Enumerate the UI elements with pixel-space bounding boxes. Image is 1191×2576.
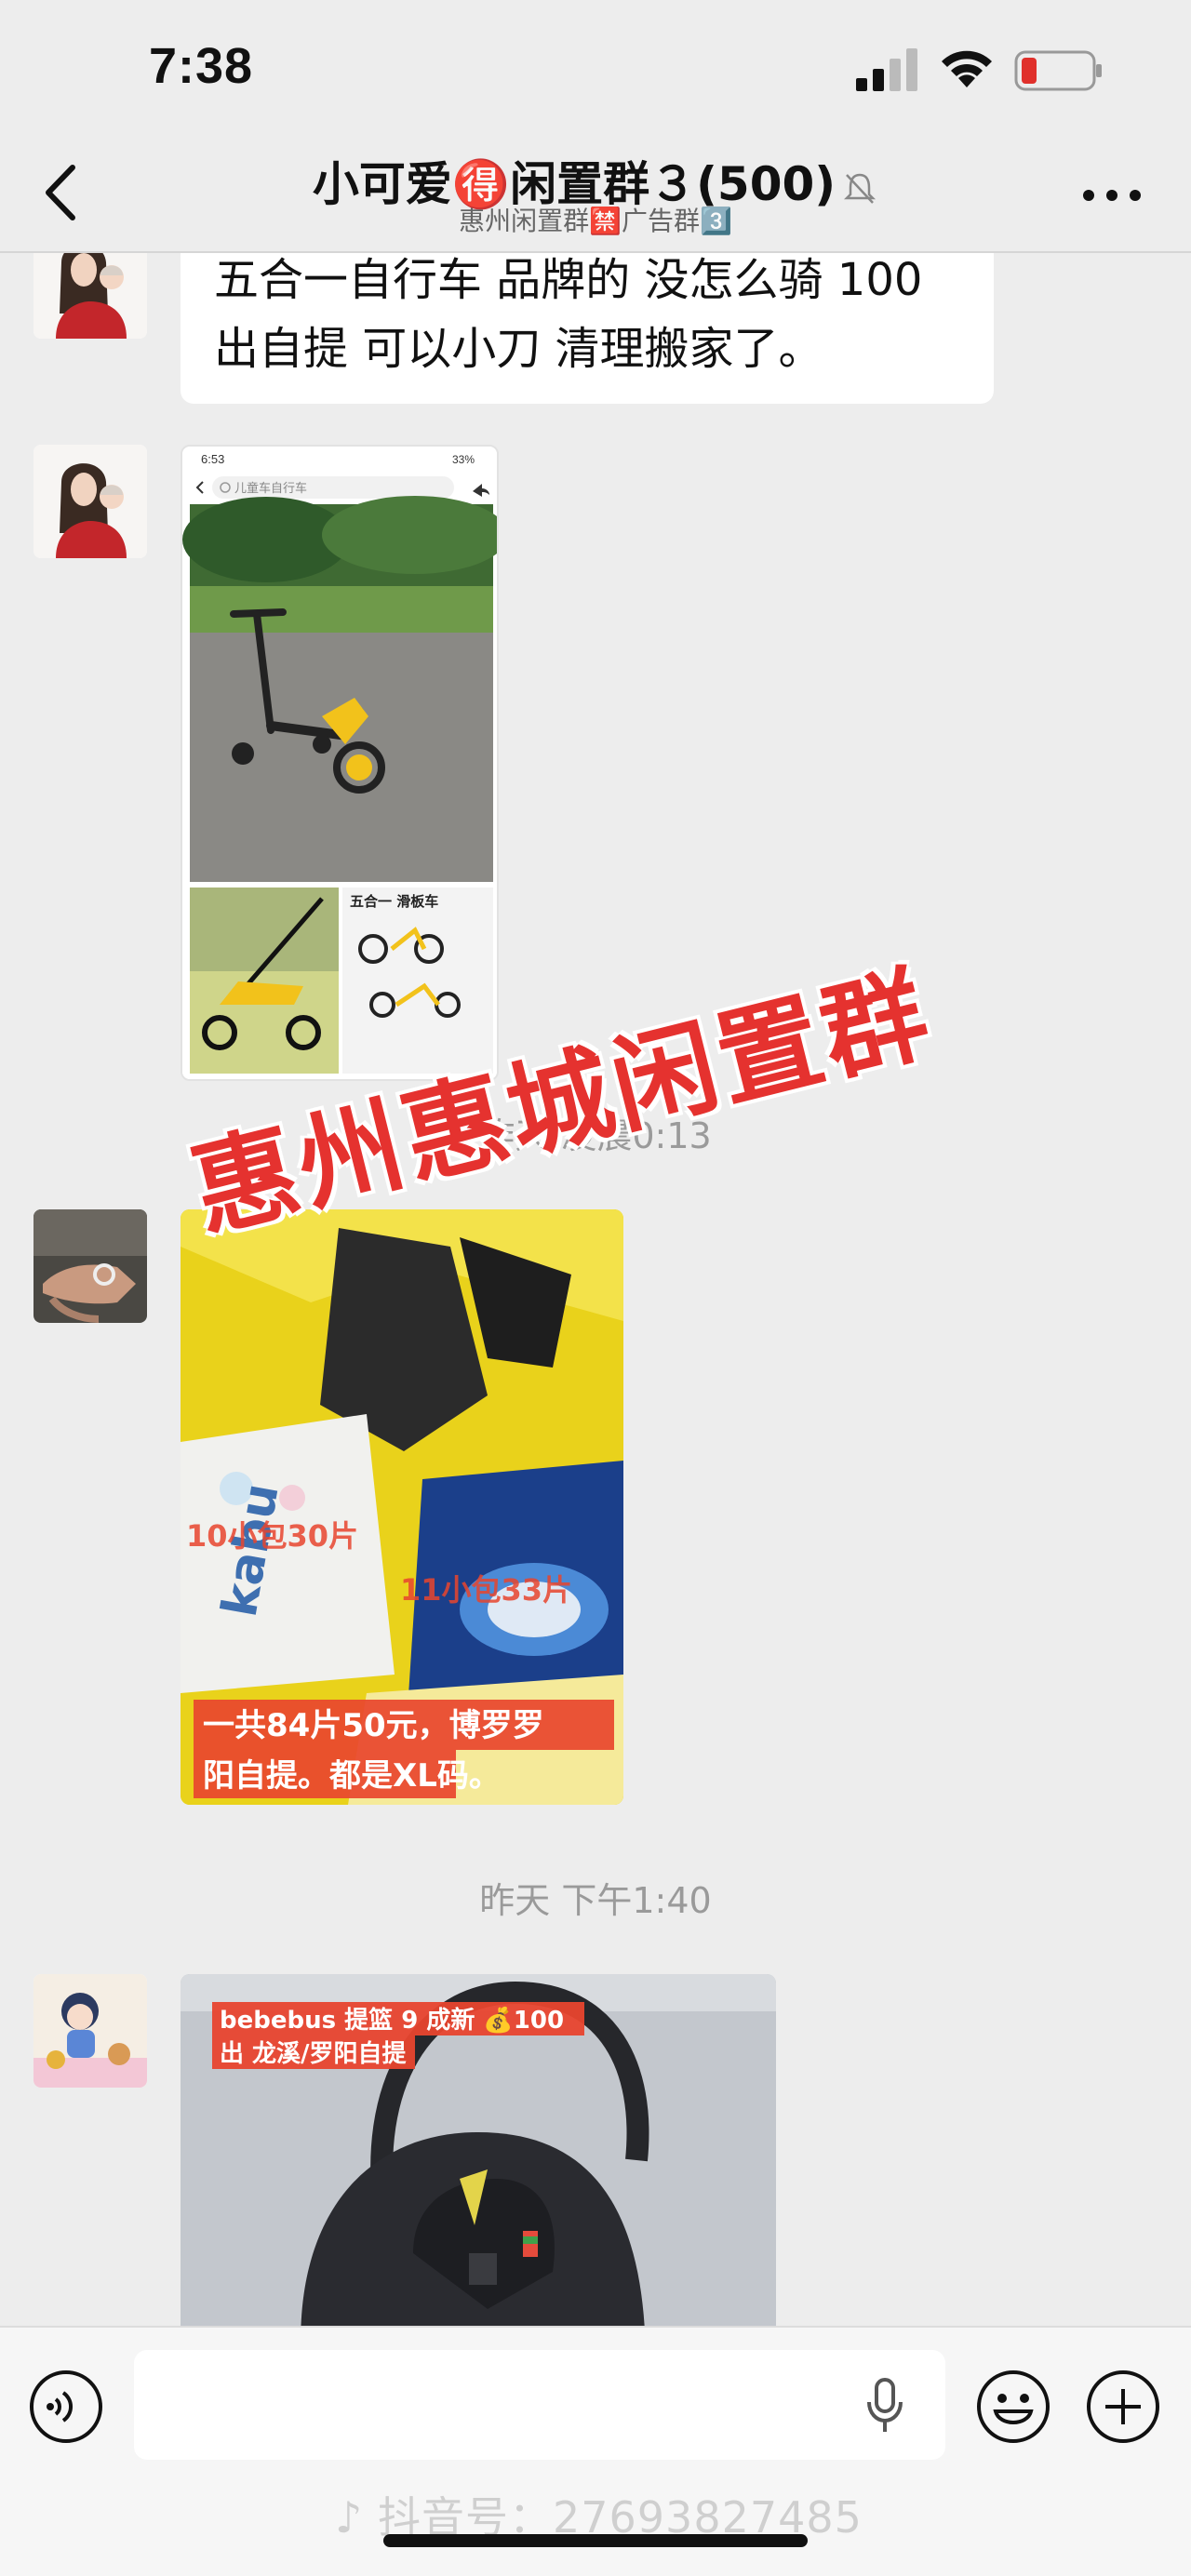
chat-header: 小可爱🉐闲置群３(500) 惠州闲置群🈲广告群3️⃣: [0, 140, 1191, 253]
douyin-note-icon: ♪: [335, 2492, 364, 2543]
screenshot-time: 6:53: [201, 452, 224, 466]
diaper-caption-2: 11小包33片: [400, 1572, 572, 1608]
chat-subtitle: 惠州闲置群🈲广告群3️⃣: [459, 206, 732, 236]
dot-icon: [1083, 190, 1094, 201]
home-indicator[interactable]: [383, 2534, 808, 2547]
dot-icon: [1130, 190, 1141, 201]
screenshot-product-title: 五合一 滑板车: [350, 893, 438, 910]
status-bar: 7:38: [0, 0, 1191, 140]
diaper-photo-image[interactable]: kabu 10小包30片 11小包33片 一共84片50元，博罗罗 阳自提。都是…: [181, 1209, 623, 1805]
message-timestamp: 昨天 下午1:40: [479, 1880, 712, 1921]
avatar-woman-child-icon: [33, 253, 147, 339]
more-options-button[interactable]: [1079, 180, 1144, 208]
screenshot-content: 6:53 33% 儿童车自行车 五合一 滑板车: [182, 447, 497, 1079]
voice-mode-button[interactable]: [28, 2369, 104, 2445]
diaper-caption-3-line-1: 一共84片50元，博罗罗: [203, 1707, 544, 1744]
product-screenshot-image[interactable]: 6:53 33% 儿童车自行车 五合一 滑板车: [181, 445, 499, 1081]
sender-avatar[interactable]: [33, 445, 147, 558]
status-time: 7:38: [149, 38, 254, 94]
diaper-caption-1: 10小包30片: [186, 1518, 358, 1554]
dot-icon: [1106, 190, 1117, 201]
car-seat-photo-image[interactable]: bebebus 提篮 9 成新 💰100 出 龙溪/罗阳自提: [181, 1974, 776, 2326]
more-actions-plus-button[interactable]: [1085, 2369, 1161, 2445]
microphone-icon[interactable]: [862, 2376, 908, 2436]
diaper-photo-content: kabu 10小包30片 11小包33片 一共84片50元，博罗罗 阳自提。都是…: [181, 1209, 623, 1805]
sender-avatar[interactable]: [33, 1209, 147, 1323]
sender-avatar[interactable]: [33, 1974, 147, 2088]
cellular-signal-icon: [856, 48, 917, 91]
car-seat-photo-content: bebebus 提篮 9 成新 💰100 出 龙溪/罗阳自提: [181, 1974, 776, 2326]
sender-avatar[interactable]: [33, 253, 147, 339]
car-seat-caption-line-1: bebebus 提篮 9 成新 💰100: [220, 2006, 564, 2035]
message-list[interactable]: 五合一自行车 品牌的 没怎么骑 100出自提 可以小刀 清理搬家了。 6:53 …: [0, 253, 1191, 2326]
message-text: 五合一自行车 品牌的 没怎么骑 100出自提 可以小刀 清理搬家了。: [214, 254, 923, 375]
avatar-woman-child-icon: [33, 445, 147, 558]
avatar-hands-ring-icon: [33, 1209, 147, 1323]
emoji-button[interactable]: [975, 2369, 1051, 2445]
message-input[interactable]: [134, 2350, 945, 2460]
screenshot-battery: 33%: [452, 453, 475, 466]
avatar-cartoon-girl-icon: [33, 1974, 147, 2088]
diaper-caption-3-line-2: 阳自提。都是XL码。: [203, 1757, 501, 1795]
screenshot-search-text: 儿童车自行车: [234, 481, 307, 496]
car-seat-caption-line-2: 出 龙溪/罗阳自提: [220, 2039, 408, 2068]
message-text-bubble[interactable]: 五合一自行车 品牌的 没怎么骑 100出自提 可以小刀 清理搬家了。: [181, 253, 994, 404]
wifi-icon: [942, 50, 992, 87]
battery-low-icon: [1014, 50, 1102, 91]
